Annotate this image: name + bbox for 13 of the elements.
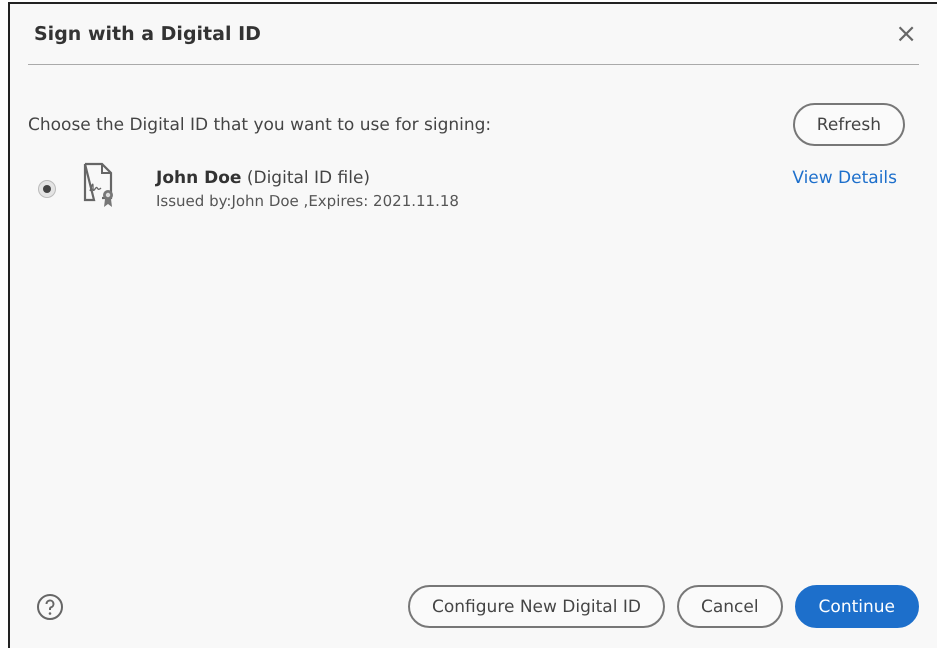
digital-id-name: John Doe (Digital ID file) bbox=[156, 168, 372, 188]
issuer-text: Issued by:John Doe ,Expires: 2021.11.18 bbox=[156, 192, 460, 210]
continue-button[interactable]: Continue bbox=[794, 585, 919, 628]
close-button[interactable]: × bbox=[893, 19, 919, 49]
secondary-button[interactable]: Cancel bbox=[676, 585, 783, 628]
view-details-link[interactable]: View Details bbox=[792, 168, 897, 188]
instruction-text: Choose the Digital ID that you want to use for signing: bbox=[28, 114, 492, 134]
secondary-button[interactable]: Configure New Digital ID bbox=[408, 585, 665, 628]
help-icon[interactable] bbox=[36, 592, 64, 620]
radio-button[interactable] bbox=[38, 180, 56, 198]
window-title: Sign with a Digital ID bbox=[34, 23, 261, 45]
certificate-file-icon bbox=[82, 162, 116, 210]
refresh-button[interactable]: Refresh bbox=[792, 103, 905, 146]
